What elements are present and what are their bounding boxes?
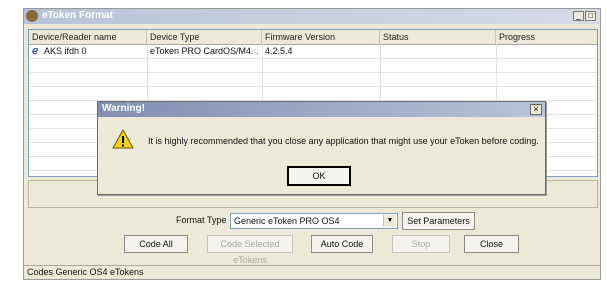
warning-icon <box>112 129 134 149</box>
row-divider <box>29 58 597 59</box>
column-header-progress[interactable]: Progress <box>496 30 597 44</box>
set-parameters-button[interactable]: Set Parameters <box>402 212 475 230</box>
reader-name-cell: AKS ifdh 0 <box>44 46 87 56</box>
title-bar[interactable]: eToken Format _ □ <box>24 9 600 24</box>
minimize-button[interactable]: _ <box>573 11 584 21</box>
dialog-title: Warning! <box>102 103 145 114</box>
window-title: eToken Format <box>42 10 113 21</box>
smartcard-reader-icon: ℯ <box>32 45 39 57</box>
row-divider <box>29 72 597 73</box>
dialog-message: It is highly recommended that you close … <box>148 136 539 146</box>
dialog-title-bar[interactable]: Warning! × <box>98 102 545 117</box>
column-header-device-type[interactable]: Device Type <box>147 30 262 44</box>
list-header: Device/Reader name Device Type Firmware … <box>29 30 597 45</box>
status-bar: Codes Generic OS4 eTokens <box>24 265 600 279</box>
maximize-button[interactable]: □ <box>585 11 596 21</box>
auto-code-button[interactable]: Auto Code <box>311 235 373 253</box>
format-type-value: Generic eToken PRO OS4 <box>234 216 340 226</box>
column-header-reader[interactable]: Device/Reader name <box>29 30 147 44</box>
ok-button[interactable]: OK <box>287 166 351 186</box>
format-type-select[interactable]: Generic eToken PRO OS4 ▼ <box>230 213 398 229</box>
chevron-down-icon[interactable]: ▼ <box>383 215 396 227</box>
format-type-label: Format Type <box>176 215 227 225</box>
app-icon <box>26 10 38 22</box>
firmware-cell: 4.2.5.4 <box>265 46 293 56</box>
code-selected-button[interactable]: Code Selected eTokens <box>207 235 293 265</box>
row-divider <box>29 86 597 87</box>
code-all-button[interactable]: Code All <box>124 235 188 253</box>
warning-dialog: Warning! × It is highly recommended that… <box>97 101 546 195</box>
column-header-status[interactable]: Status <box>380 30 496 44</box>
stop-button[interactable]: Stop <box>392 235 450 253</box>
column-header-firmware[interactable]: Firmware Version <box>262 30 380 44</box>
device-type-cell: eToken PRO CardOS/M4. . <box>150 46 259 56</box>
close-button[interactable]: Close <box>464 235 519 253</box>
dialog-close-button[interactable]: × <box>530 104 542 115</box>
